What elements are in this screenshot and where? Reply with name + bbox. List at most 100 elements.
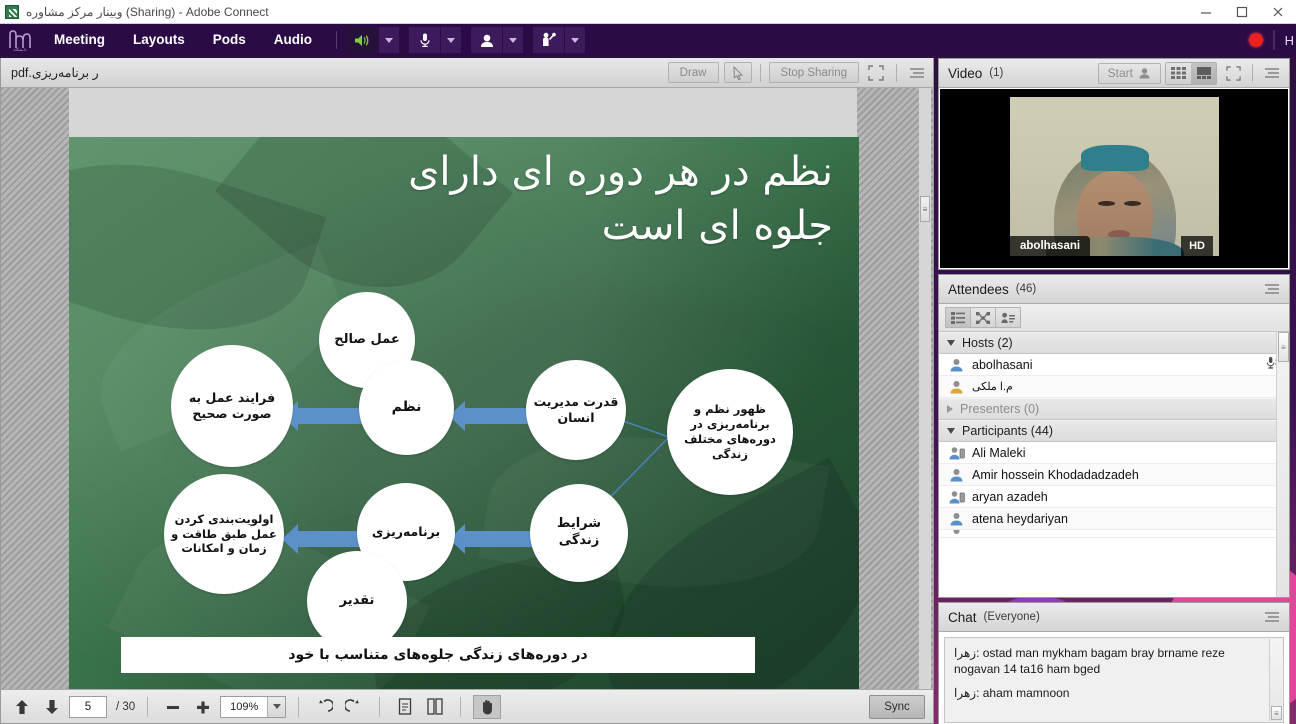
node-label: اولویت‌بندی کردن عمل طبق طاقت و زمان و ا… bbox=[170, 512, 278, 557]
chevron-down-icon[interactable] bbox=[947, 340, 955, 346]
close-button[interactable] bbox=[1260, 0, 1296, 24]
webcam-person-scarf bbox=[1081, 145, 1149, 171]
attendees-pod-title: Attendees bbox=[948, 282, 1009, 297]
raise-hand-tool-group bbox=[533, 27, 585, 53]
chat-colon: : bbox=[976, 646, 983, 660]
fit-width-icon[interactable] bbox=[422, 695, 448, 719]
app-icon bbox=[5, 5, 19, 19]
menu-meeting[interactable]: Meeting bbox=[40, 24, 119, 56]
raise-hand-dropdown-caret-icon[interactable] bbox=[565, 27, 585, 53]
rotate-cw-icon[interactable] bbox=[341, 695, 367, 719]
pod-menu-icon[interactable] bbox=[1260, 62, 1284, 84]
minimize-button[interactable] bbox=[1188, 0, 1224, 24]
attendee-row[interactable]: Amir hossein Khodadadzadeh bbox=[939, 464, 1289, 486]
webcam-feed[interactable]: abolhasani HD bbox=[1010, 97, 1219, 256]
chat-scrollbar[interactable]: ≡ bbox=[1269, 639, 1282, 721]
attendee-row[interactable]: atena heydariyan bbox=[939, 508, 1289, 530]
slide-vertical-scrollbar[interactable]: ≡ bbox=[919, 88, 931, 689]
chat-scope-label: (Everyone) bbox=[984, 611, 1040, 623]
speaker-icon[interactable] bbox=[347, 27, 379, 53]
chevron-right-icon[interactable] bbox=[947, 405, 953, 413]
camera-icon[interactable] bbox=[471, 27, 503, 53]
pod-menu-icon[interactable] bbox=[1260, 606, 1284, 628]
node-label: تقدیر bbox=[340, 593, 375, 610]
pod-menu-icon[interactable] bbox=[1260, 278, 1284, 300]
group-presenters[interactable]: Presenters (0) bbox=[939, 398, 1289, 420]
fullscreen-icon[interactable] bbox=[864, 62, 888, 84]
recording-indicator-icon[interactable] bbox=[1249, 33, 1263, 47]
raise-hand-icon[interactable] bbox=[533, 27, 565, 53]
app-menu-bar: دانشگاه Meeting Layouts Pods Audio bbox=[0, 24, 1296, 56]
attendees-scrollbar-thumb[interactable]: ≡ bbox=[1278, 332, 1289, 362]
rotate-ccw-icon[interactable] bbox=[311, 695, 337, 719]
attendee-status-icon[interactable] bbox=[995, 307, 1021, 328]
attendee-name: م.ا ملکی bbox=[972, 380, 1289, 393]
list-view-icon[interactable] bbox=[945, 307, 971, 328]
grid-layout-icon[interactable] bbox=[1166, 63, 1191, 84]
toolbar-divider-4 bbox=[460, 697, 461, 717]
current-page-input[interactable]: 5 bbox=[69, 696, 107, 718]
zoom-level-select[interactable]: 109% bbox=[220, 696, 286, 718]
group-participants[interactable]: Participants (44) bbox=[939, 420, 1289, 442]
attendee-row-partial[interactable] bbox=[939, 530, 1289, 538]
webcam-person-eye bbox=[1124, 201, 1141, 206]
chat-pod: Chat (Everyone) زهرا: ostad man mykham b… bbox=[938, 602, 1290, 724]
attendees-list[interactable]: Hosts (2) abolhasani م.ا ملکی bbox=[939, 332, 1289, 597]
zoom-in-icon[interactable] bbox=[190, 695, 216, 719]
attendees-scrollbar[interactable]: ≡ bbox=[1276, 332, 1289, 597]
slide-scrollbar-thumb[interactable]: ≡ bbox=[920, 196, 930, 222]
pod-menu-icon[interactable] bbox=[905, 62, 929, 84]
attendee-row[interactable]: Ali Maleki bbox=[939, 442, 1289, 464]
page-down-icon[interactable] bbox=[39, 695, 65, 719]
pointer-icon[interactable] bbox=[724, 62, 752, 83]
host-role-label: H bbox=[1285, 33, 1294, 48]
maximize-button[interactable] bbox=[1224, 0, 1260, 24]
node-ghodrat: قدرت مدیریت انسان bbox=[526, 360, 626, 460]
chevron-down-icon[interactable] bbox=[947, 428, 955, 434]
microphone-dropdown-caret-icon[interactable] bbox=[441, 27, 461, 53]
stop-sharing-button[interactable]: Stop Sharing bbox=[769, 62, 860, 83]
microphone-tool-group bbox=[409, 27, 461, 53]
microphone-icon[interactable] bbox=[409, 27, 441, 53]
breakout-rooms-icon[interactable] bbox=[970, 307, 996, 328]
video-pod-title: Video bbox=[948, 66, 982, 81]
fullscreen-icon[interactable] bbox=[1221, 62, 1245, 84]
adobe-connect-window: وبینار مرکز مشاوره (Sharing) - Adobe Con… bbox=[0, 0, 1296, 724]
camera-dropdown-caret-icon[interactable] bbox=[503, 27, 523, 53]
participant-device-icon bbox=[949, 490, 964, 504]
share-pod-actions: Draw Stop Sharing bbox=[668, 62, 929, 84]
menu-layouts[interactable]: Layouts bbox=[119, 24, 199, 56]
draw-button[interactable]: Draw bbox=[668, 62, 719, 83]
menu-pods[interactable]: Pods bbox=[199, 24, 260, 56]
attendees-pod: Attendees (46) bbox=[938, 274, 1290, 598]
page-up-icon[interactable] bbox=[9, 695, 35, 719]
zoom-out-icon[interactable] bbox=[160, 695, 186, 719]
camera-tool-group bbox=[471, 27, 523, 53]
start-camera-button[interactable]: Start bbox=[1098, 63, 1161, 84]
zoom-level-value: 109% bbox=[221, 697, 267, 717]
node-label: شرایط زندگی bbox=[536, 516, 622, 550]
chat-pod-actions bbox=[1260, 606, 1284, 628]
share-actions-divider-2 bbox=[896, 64, 897, 82]
attendee-row[interactable]: م.ا ملکی bbox=[939, 376, 1289, 398]
video-layout-toggle[interactable] bbox=[1165, 62, 1217, 85]
chevron-down-icon[interactable] bbox=[267, 697, 285, 717]
attendee-name: Amir hossein Khodadadzadeh bbox=[972, 468, 1289, 482]
attendee-row[interactable]: abolhasani bbox=[939, 354, 1289, 376]
right-pod-column: Video (1) Start bbox=[938, 58, 1290, 724]
filmstrip-layout-icon[interactable] bbox=[1191, 63, 1216, 84]
chat-scrollbar-thumb[interactable]: ≡ bbox=[1271, 706, 1282, 720]
fit-page-icon[interactable] bbox=[392, 695, 418, 719]
total-pages-label: / 30 bbox=[116, 701, 135, 713]
speaker-dropdown-caret-icon[interactable] bbox=[379, 27, 399, 53]
window-controls bbox=[1188, 0, 1296, 24]
hand-icon[interactable] bbox=[473, 695, 501, 719]
chat-message-list[interactable]: زهرا: ostad man mykham bagam bray brname… bbox=[944, 637, 1284, 723]
node-taghdir: تقدیر bbox=[307, 551, 407, 651]
sync-button[interactable]: Sync bbox=[869, 695, 925, 719]
attendee-row[interactable]: aryan azadeh bbox=[939, 486, 1289, 508]
video-feed-name: abolhasani bbox=[1010, 236, 1090, 256]
menu-audio[interactable]: Audio bbox=[260, 24, 326, 56]
share-pod: ر برنامه‌ریزی.pdf Draw Stop Sharing bbox=[0, 58, 934, 724]
group-hosts[interactable]: Hosts (2) bbox=[939, 332, 1289, 354]
